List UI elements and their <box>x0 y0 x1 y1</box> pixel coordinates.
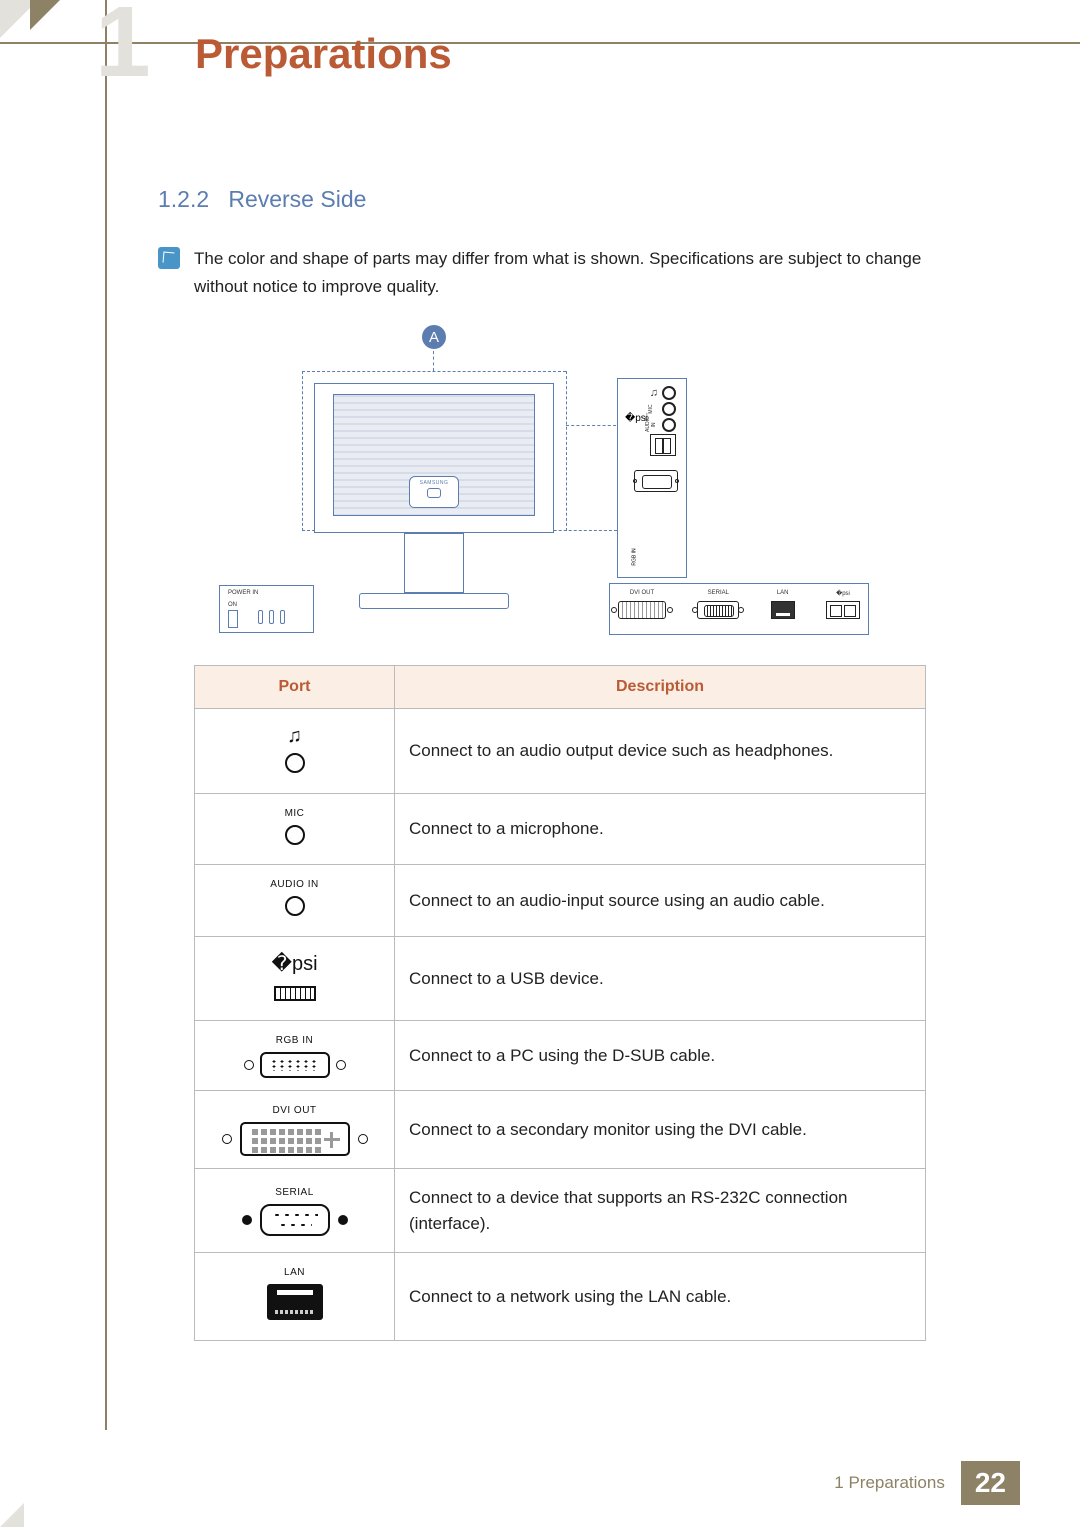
dvi-out-icon <box>618 601 666 619</box>
port-desc: Connect to a secondary monitor using the… <box>395 1091 926 1169</box>
jack-icon <box>285 896 305 916</box>
monitor-stand <box>404 533 464 593</box>
footer-chapter-ref: 1 Preparations <box>834 1473 945 1493</box>
monitor-brand-plate: SAMSUNG <box>409 476 459 508</box>
page-footer: 1 Preparations 22 <box>834 1461 1020 1505</box>
serial-port-icon <box>242 1204 348 1236</box>
section-body: 1.2.2 Reverse Side The color and shape o… <box>158 186 928 1341</box>
table-row: AUDIO IN Connect to an audio-input sourc… <box>195 865 926 937</box>
dvi-out-label: DVI OUT <box>630 590 654 598</box>
port-icon-rgbin: RGB IN <box>195 1021 395 1091</box>
lan-label: LAN <box>777 590 789 598</box>
serial-port-icon <box>697 601 739 619</box>
port-icon-serial: SERIAL <box>195 1169 395 1253</box>
chapter-number: 1 <box>95 0 151 92</box>
usb-port-icon <box>274 986 316 1001</box>
port-icon-headphone: ♫ <box>195 709 395 794</box>
port-desc: Connect to a microphone. <box>395 793 926 865</box>
section-heading: 1.2.2 Reverse Side <box>158 186 928 213</box>
power-input-panel: POWER IN ON <box>219 585 314 633</box>
bottom-port-panel: DVI OUT SERIAL LAN �psi <box>609 583 869 635</box>
power-in-label: POWER IN <box>228 590 258 596</box>
note-block: The color and shape of parts may differ … <box>158 245 928 301</box>
section-title: Reverse Side <box>228 186 366 212</box>
note-text: The color and shape of parts may differ … <box>194 245 928 301</box>
usb-icon: �psi <box>203 949 386 979</box>
headphone-icon: ♫ <box>203 721 386 751</box>
port-icon-audioin: AUDIO IN <box>195 865 395 937</box>
brand-label: SAMSUNG <box>420 480 449 486</box>
usb-side-symbol: �psi <box>618 413 648 424</box>
table-row: SERIAL Connect to a device that supports… <box>195 1169 926 1253</box>
usb-bottom-symbol: �psi <box>836 590 850 598</box>
audioin-label: AUDIO IN <box>645 418 657 432</box>
power-switch-label: ON <box>228 602 237 608</box>
port-desc: Connect to a device that supports an RS-… <box>395 1169 926 1253</box>
header-rule <box>0 0 1080 44</box>
port-desc: Connect to an audio-input source using a… <box>395 865 926 937</box>
port-icon-lan: LAN <box>195 1253 395 1341</box>
note-icon <box>158 247 180 269</box>
port-description-table: Port Description ♫ Connect to an audio o… <box>194 665 926 1341</box>
usb-side-port-icon <box>650 434 676 456</box>
rgb-in-port-icon <box>634 470 678 492</box>
headphone-jack-icon <box>662 386 676 400</box>
description-header: Description <box>395 666 926 709</box>
port-desc: Connect to a USB device. <box>395 936 926 1021</box>
port-icon-usb: �psi <box>195 936 395 1021</box>
chapter-title: Preparations <box>195 30 452 78</box>
lan-port-icon <box>771 601 795 619</box>
table-row: �psi Connect to a USB device. <box>195 936 926 1021</box>
jack-icon <box>285 753 305 773</box>
headphone-icon: ♫ <box>650 387 658 399</box>
serial-label: SERIAL <box>708 590 729 598</box>
port-icon-mic: MIC <box>195 793 395 865</box>
usb-bottom-port-icon <box>826 601 860 619</box>
section-number: 1.2.2 <box>158 186 209 212</box>
mic-jack-icon <box>662 402 676 416</box>
audioin-jack-icon <box>662 418 676 432</box>
port-icon-dviout: DVI OUT <box>195 1091 395 1169</box>
vga-port-icon <box>244 1052 346 1078</box>
dvi-port-icon <box>222 1122 368 1156</box>
table-row: LAN Connect to a network using the LAN c… <box>195 1253 926 1341</box>
port-header: Port <box>195 666 395 709</box>
left-rule <box>105 0 107 1430</box>
side-port-panel: ♫ MIC AUDIO IN �psi RGB IN <box>617 378 687 578</box>
table-row: ♫ Connect to an audio output device such… <box>195 709 926 794</box>
jack-icon <box>285 825 305 845</box>
bottom-left-corner-decoration <box>0 1503 24 1527</box>
lan-port-icon <box>267 1284 323 1320</box>
table-row: DVI OUT Connect to a secondary monitor u… <box>195 1091 926 1169</box>
table-row: RGB IN Connect to a PC using the D-SUB c… <box>195 1021 926 1091</box>
reverse-side-diagram: A SAMSUNG POWER IN ON ♫ MIC AUDIO IN �ps… <box>194 325 928 645</box>
rgbin-label: RGB IN <box>632 548 638 565</box>
port-desc: Connect to a network using the LAN cable… <box>395 1253 926 1341</box>
mic-label: MIC <box>648 402 654 416</box>
table-row: MIC Connect to a microphone. <box>195 793 926 865</box>
monitor-back-illustration: SAMSUNG <box>314 383 554 533</box>
port-desc: Connect to a PC using the D-SUB cable. <box>395 1021 926 1091</box>
callout-badge-a: A <box>422 325 446 349</box>
footer-page-number: 22 <box>961 1461 1020 1505</box>
monitor-base <box>359 593 509 609</box>
port-desc: Connect to an audio output device such a… <box>395 709 926 794</box>
